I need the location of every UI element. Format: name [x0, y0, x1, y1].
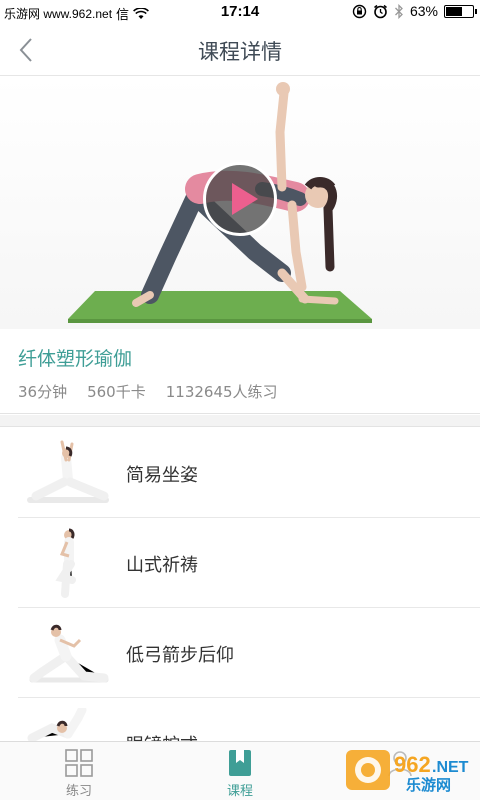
course-meta: 36分钟 560千卡 1132645人练习: [18, 381, 278, 402]
pose-label: 山式祈祷: [126, 555, 198, 576]
status-right: 63%: [352, 3, 477, 19]
pose-thumbnail: [27, 708, 87, 741]
play-button[interactable]: [203, 162, 277, 236]
course-duration: 36分钟: [18, 383, 68, 401]
course-practitioners: 1132645人练习: [165, 383, 278, 401]
pose-thumbnail: [55, 528, 76, 598]
course-calories: 560千卡: [87, 383, 146, 401]
course-info: 纤体塑形瑜伽 36分钟 560千卡 1132645人练习: [0, 330, 480, 414]
tab-course[interactable]: 课程: [180, 742, 300, 800]
pose-thumbnail: [29, 624, 109, 683]
list-item[interactable]: 简易坐姿: [18, 428, 480, 518]
user-icon: [388, 751, 412, 777]
play-icon: [232, 183, 258, 215]
battery-icon: [444, 4, 477, 18]
battery-percent: 63%: [409, 3, 438, 19]
grid-icon: [65, 749, 93, 777]
pose-label: 低弓箭步后仰: [126, 645, 234, 666]
rotation-lock-icon: [352, 4, 367, 18]
tab-mine[interactable]: [340, 742, 460, 800]
page-title: 课程详情: [198, 40, 282, 64]
battery-fill: [446, 6, 463, 16]
section-divider: [0, 415, 480, 427]
pose-label: 眼镜蛇式: [126, 731, 198, 741]
nav-bar: 课程详情: [0, 24, 480, 76]
course-video[interactable]: [0, 77, 480, 329]
app-screen: 乐游网 www.962.net 信 17:14 63% 课程详情 纤体塑形瑜伽 …: [0, 0, 480, 800]
list-item[interactable]: 山式祈祷: [18, 518, 480, 608]
pose-list: 简易坐姿 山式祈祷 低弓箭步后仰: [0, 428, 480, 741]
pose-thumbnail: [27, 440, 109, 503]
pose-label: 简易坐姿: [126, 465, 198, 486]
course-name: 纤体塑形瑜伽: [18, 348, 133, 370]
list-item[interactable]: 低弓箭步后仰: [18, 608, 480, 698]
status-bar: 乐游网 www.962.net 信 17:14 63%: [0, 0, 480, 24]
tab-course-label: 课程: [226, 784, 253, 799]
bluetooth-icon: [395, 3, 403, 19]
alarm-icon: [374, 4, 387, 18]
tab-bar: 练习 课程: [0, 741, 480, 800]
tab-practice[interactable]: 练习: [19, 742, 139, 800]
list-item[interactable]: 眼镜蛇式: [18, 698, 480, 741]
tab-practice-label: 练习: [65, 784, 92, 799]
bookmark-book-icon: [229, 750, 251, 776]
